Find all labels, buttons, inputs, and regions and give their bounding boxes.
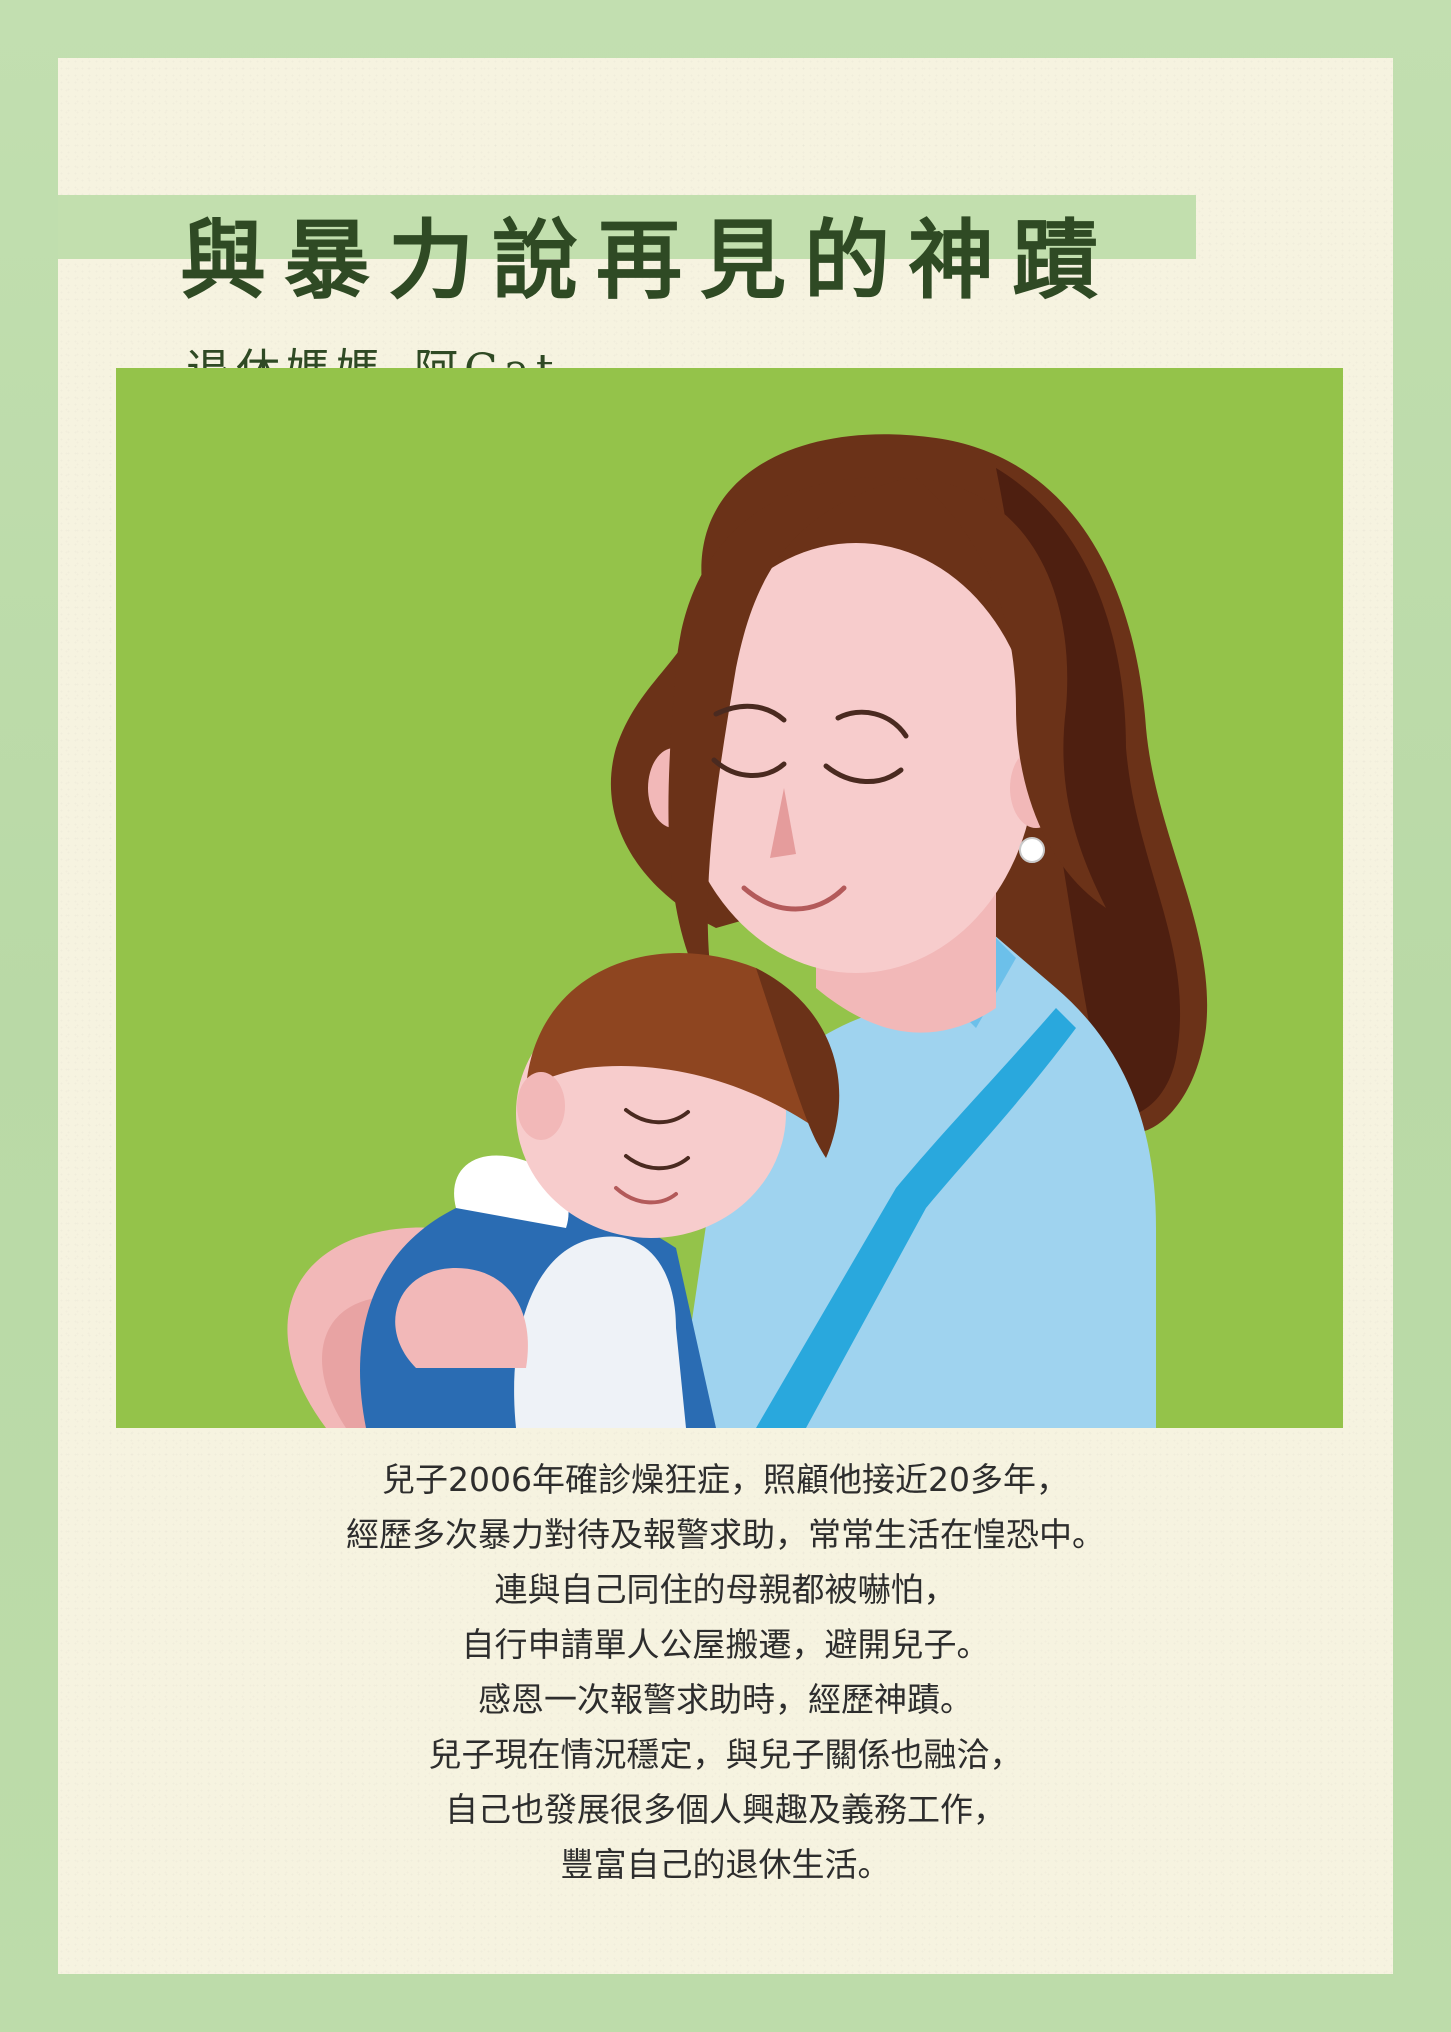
story-line: 連與自己同住的母親都被嚇怕， [494,1570,957,1609]
mother-hugging-child-image [287,434,1208,1428]
story-line: 自行申請單人公屋搬遷，避開兒子。 [461,1625,990,1664]
story-line: 經歷多次暴力對待及報警求助，常常生活在惶恐中。 [346,1515,1105,1554]
mother-child-illustration [116,368,1343,1428]
story-line: 感恩一次報警求助時，經歷神蹟。 [478,1680,973,1719]
poster-frame: 與暴力說再見的神蹟 退休媽媽阿Cat [0,0,1451,2032]
story-line: 兒子現在情況穩定，與兒子關係也融洽， [428,1735,1023,1774]
story-line: 兒子2006年確診燥狂症，照顧他接近20多年， [382,1460,1069,1499]
story-line: 豐富自己的退休生活。 [560,1845,891,1884]
story-text: 兒子2006年確診燥狂症，照顧他接近20多年， 經歷多次暴力對待及報警求助，常常… [58,1452,1393,1892]
poster-title: 與暴力說再見的神蹟 [180,210,1116,311]
story-line: 自己也發展很多個人興趣及義務工作， [445,1790,1006,1829]
